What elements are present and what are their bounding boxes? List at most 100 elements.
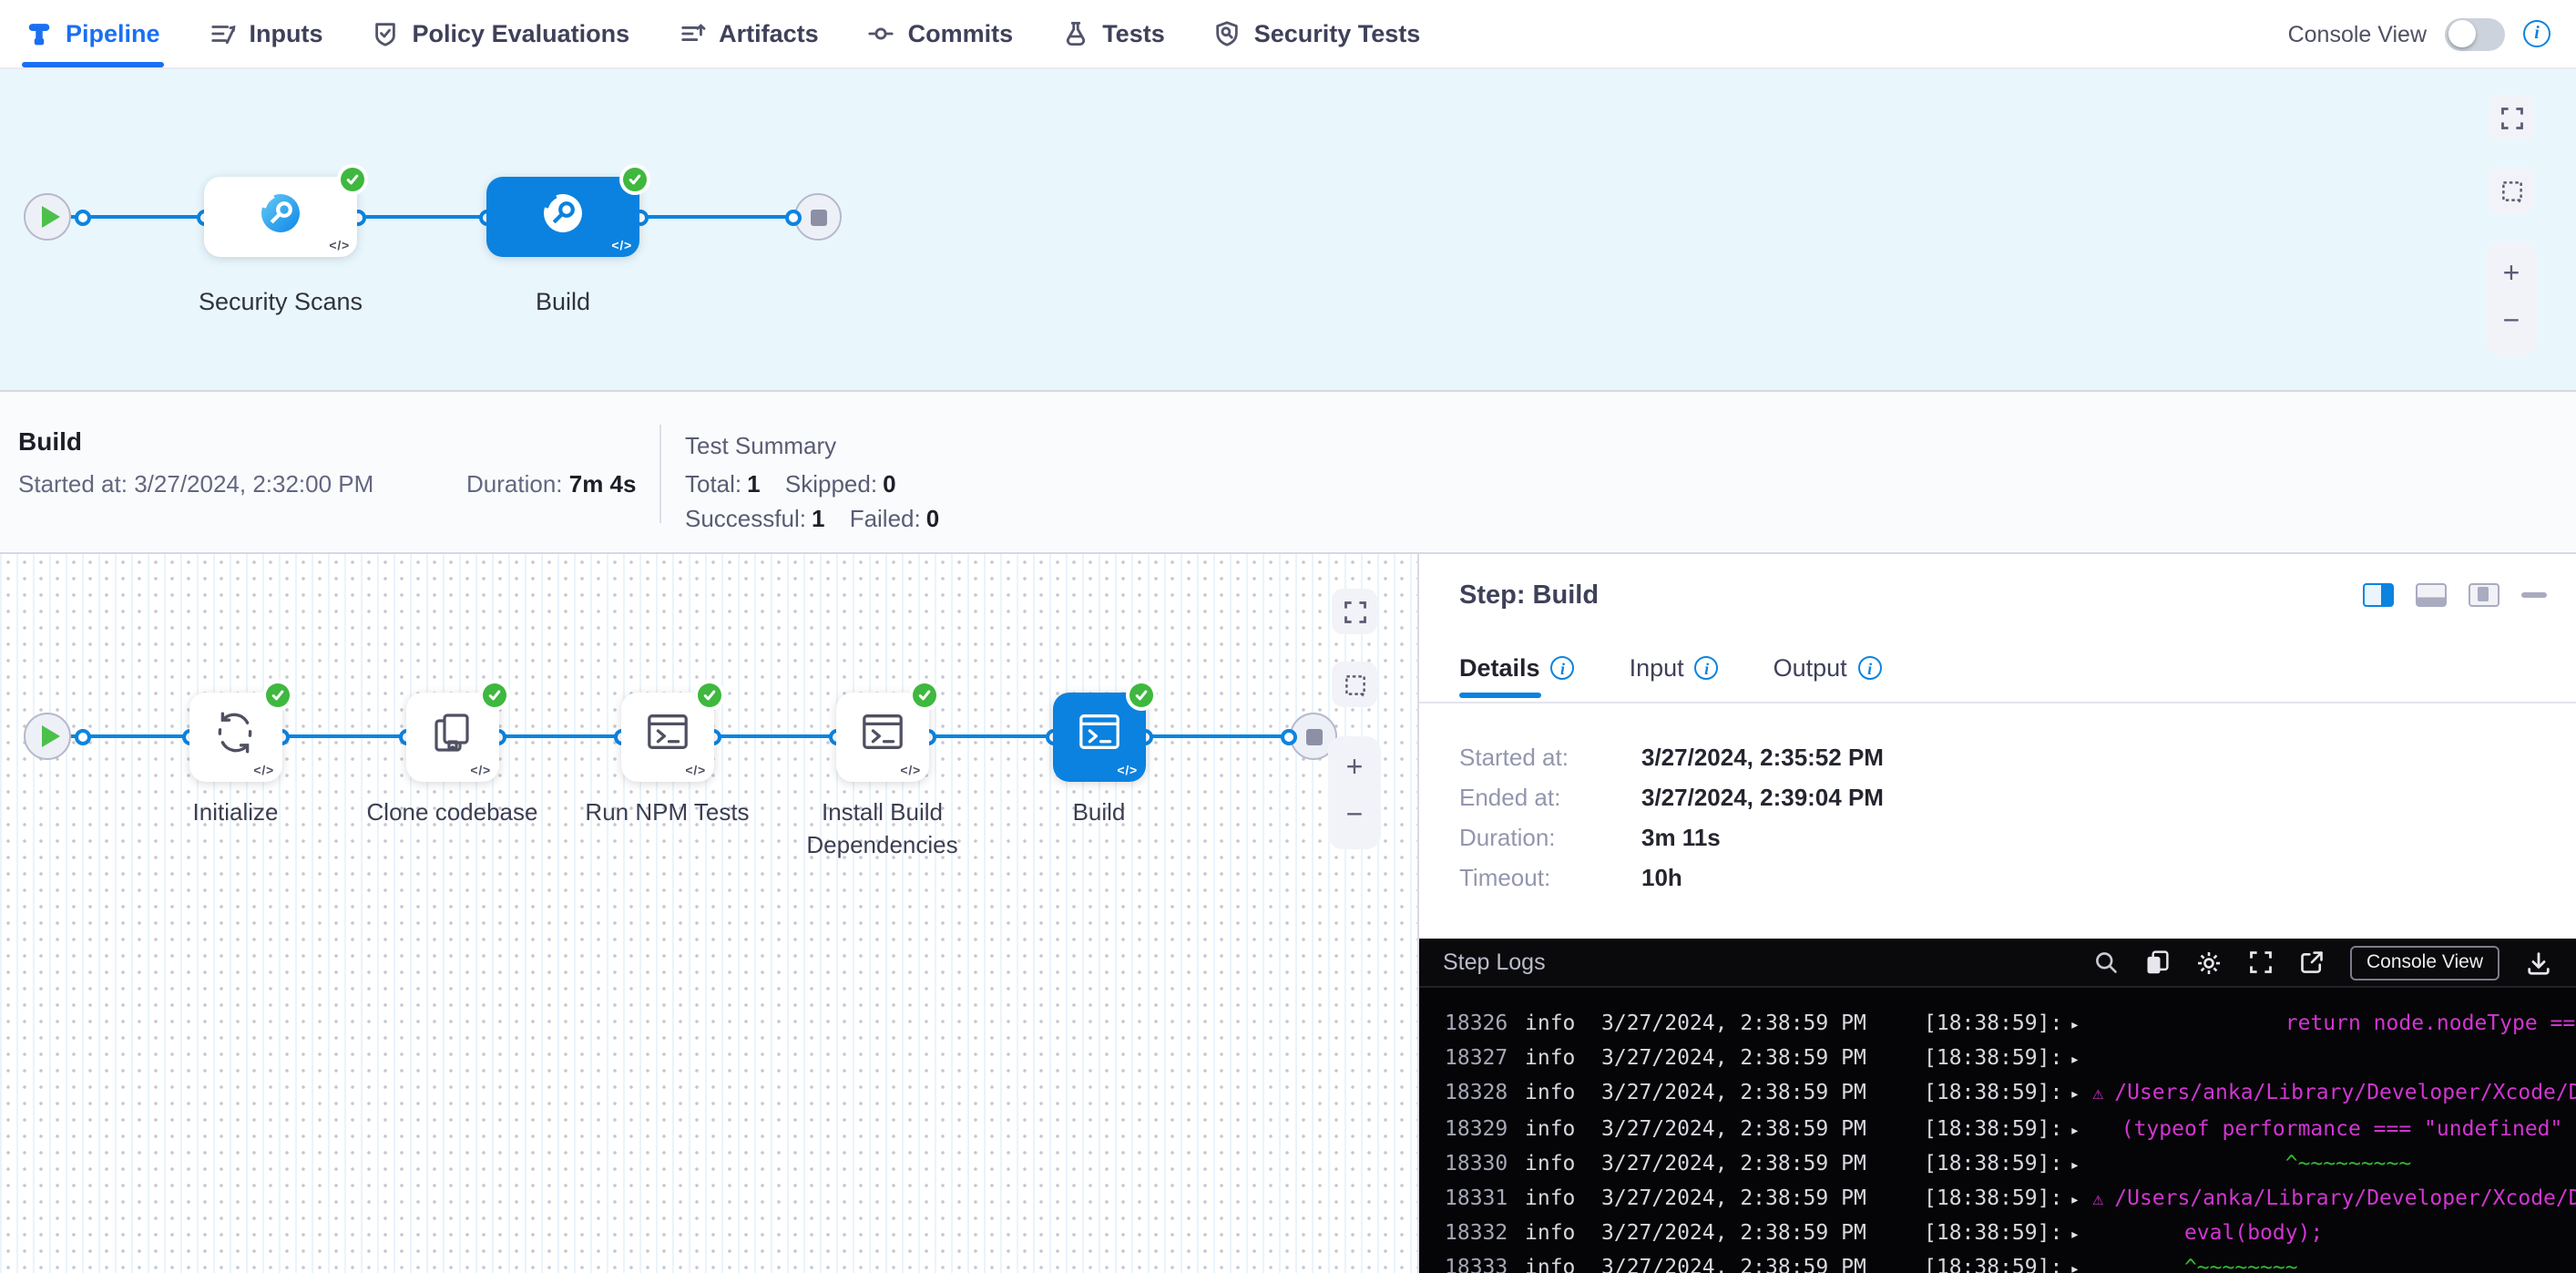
nav-tab-label: Inputs (250, 20, 323, 47)
nav-tab-artifacts[interactable]: Artifacts (679, 0, 819, 67)
stage-graph-canvas[interactable]: </>Security Scans </>Build + − (0, 69, 2576, 390)
nav-tab-policy-evaluations[interactable]: Policy Evaluations (373, 0, 630, 67)
nav-tab-pipeline[interactable]: Pipeline (26, 0, 160, 67)
log-level: info (1525, 1111, 1601, 1145)
play-icon (41, 206, 59, 228)
panel-layout-controls (2363, 583, 2547, 607)
step-node-install-build-dependencies[interactable]: </> (836, 692, 928, 781)
zoom-in-button[interactable]: + (2503, 261, 2520, 290)
nav-tab-security-tests[interactable]: Security Tests (1214, 0, 1421, 67)
step-node-label: Run NPM Tests (585, 796, 749, 829)
layout-split-bottom-icon[interactable] (2416, 583, 2447, 607)
nav-tab-label: Pipeline (66, 20, 160, 47)
step-node-initialize[interactable]: </> (189, 692, 281, 781)
start-node[interactable] (24, 193, 71, 241)
end-node[interactable] (794, 193, 842, 241)
detail-value: 10h (1641, 864, 1682, 891)
step-graph-canvas[interactable]: </>Initialize </>Clone codebase </>Run N… (0, 554, 1419, 1273)
zoom-in-button[interactable]: + (1346, 755, 1364, 784)
zoom-out-button[interactable]: − (1346, 802, 1364, 831)
copy-icon[interactable] (2144, 950, 2170, 975)
log-row: 18328info3/27/2024, 2:38:59 PM[18:38:59]… (1445, 1076, 2576, 1111)
info-icon[interactable]: i (1551, 656, 1575, 680)
info-icon[interactable]: i (1695, 656, 1719, 680)
test-summary: Test Summary Total:1 Skipped:0 Successfu… (685, 432, 957, 539)
info-icon[interactable]: i (2523, 20, 2550, 47)
canvas-select-button[interactable] (2489, 168, 2534, 213)
terminal-icon (643, 709, 692, 764)
tab-output[interactable]: Output i (1774, 654, 1882, 698)
step-node-label: Install Build Dependencies (788, 796, 977, 863)
log-expand-icon[interactable]: ▸ (2070, 1122, 2080, 1140)
console-view-toggle[interactable] (2445, 17, 2505, 50)
log-expand-icon[interactable]: ▸ (2070, 1262, 2080, 1273)
nav-tab-inputs[interactable]: Inputs (210, 0, 323, 67)
terminal-icon (1075, 709, 1124, 764)
nav-tab-label: Artifacts (719, 20, 819, 47)
code-icon: </> (253, 765, 274, 777)
detail-label: Timeout: (1459, 864, 1641, 891)
detail-row: Started at: 3/27/2024, 2:35:52 PM (1459, 744, 1884, 771)
play-icon (41, 725, 59, 747)
detail-row: Ended at: 3/27/2024, 2:39:04 PM (1459, 784, 1884, 811)
log-row: 18329info3/27/2024, 2:38:59 PM[18:38:59]… (1445, 1111, 2576, 1145)
log-expand-icon[interactable]: ▸ (2070, 1157, 2080, 1175)
edge-port (1280, 728, 1296, 744)
log-level: info (1525, 1006, 1601, 1041)
detail-row: Timeout: 10h (1459, 864, 1682, 891)
log-date: 3/27/2024, 2:38:59 PM (1601, 1111, 1924, 1145)
canvas-fullscreen-button[interactable] (1332, 589, 1377, 634)
step-logs-output[interactable]: 18326info3/27/2024, 2:38:59 PM[18:38:59]… (1419, 988, 2576, 1273)
log-time: [18:38:59]: (1924, 1219, 2062, 1245)
log-toolbar: Console View (2093, 945, 2552, 980)
step-node-build[interactable]: </> (1053, 692, 1145, 781)
pipeline-execution-page: Pipeline Inputs Policy Evaluations Artif… (0, 0, 2576, 1273)
step-details-panel: Step: Build Details i Input i Output i S… (1419, 554, 2576, 1273)
search-icon[interactable] (2093, 950, 2119, 975)
log-row: 18326info3/27/2024, 2:38:59 PM[18:38:59]… (1445, 1006, 2576, 1041)
external-link-icon[interactable] (2299, 950, 2325, 975)
log-expand-icon[interactable]: ▸ (2070, 1087, 2080, 1105)
layout-panel-icon[interactable] (2469, 583, 2499, 607)
log-expand-icon[interactable]: ▸ (2070, 1192, 2080, 1210)
stage-node-build[interactable]: </> (486, 177, 639, 257)
tab-details[interactable]: Details i (1459, 654, 1575, 698)
start-node[interactable] (24, 713, 71, 760)
stage-node-security-scans[interactable]: </> (204, 177, 357, 257)
log-line-number: 18330 (1445, 1146, 1525, 1181)
console-view-button[interactable]: Console View (2350, 945, 2499, 980)
step-node-run-npm-tests[interactable]: </> (621, 692, 713, 781)
minimize-panel-icon[interactable] (2521, 593, 2547, 598)
log-expand-icon[interactable]: ▸ (2070, 1052, 2080, 1070)
nav-tab-label: Security Tests (1254, 20, 1421, 47)
code-icon: </> (611, 241, 632, 253)
step-node-clone-codebase[interactable]: </> (406, 692, 498, 781)
nav-tab-commits[interactable]: Commits (868, 0, 1014, 67)
tab-input[interactable]: Input i (1630, 654, 1719, 698)
stop-icon (810, 209, 826, 225)
log-expand-icon[interactable]: ▸ (2070, 1227, 2080, 1245)
code-icon: </> (329, 241, 350, 253)
success-badge (341, 168, 364, 191)
nav-tab-tests[interactable]: Tests (1062, 0, 1165, 67)
tab-label: Output (1774, 654, 1847, 682)
download-icon[interactable] (2525, 949, 2552, 976)
log-expand-icon[interactable]: ▸ (2070, 1017, 2080, 1035)
fullscreen-icon[interactable] (2248, 950, 2274, 975)
step-panel-title: Step: Build (1459, 581, 1599, 611)
log-level: info (1525, 1076, 1601, 1111)
zoom-out-button[interactable]: − (2503, 308, 2520, 337)
layout-split-right-icon[interactable] (2363, 583, 2394, 607)
test-summary-counts-2: Successful:1 Failed:0 (685, 505, 957, 532)
canvas-fullscreen-button[interactable] (2489, 95, 2534, 140)
canvas-select-button[interactable] (1332, 662, 1377, 707)
stop-icon (1305, 728, 1322, 744)
settings-gear-icon[interactable] (2195, 949, 2223, 976)
log-text: ^~~~~~~~~~ (2083, 1150, 2411, 1175)
code-icon: </> (900, 765, 921, 777)
log-text: /Users/anka/Library/Developer/Xcode/De (2114, 1080, 2576, 1105)
stage-node-label: Build (536, 286, 590, 321)
info-icon[interactable]: i (1858, 656, 1882, 680)
log-text: return node.nodeType === (2083, 1010, 2576, 1035)
log-line-number: 18333 (1445, 1251, 1525, 1273)
